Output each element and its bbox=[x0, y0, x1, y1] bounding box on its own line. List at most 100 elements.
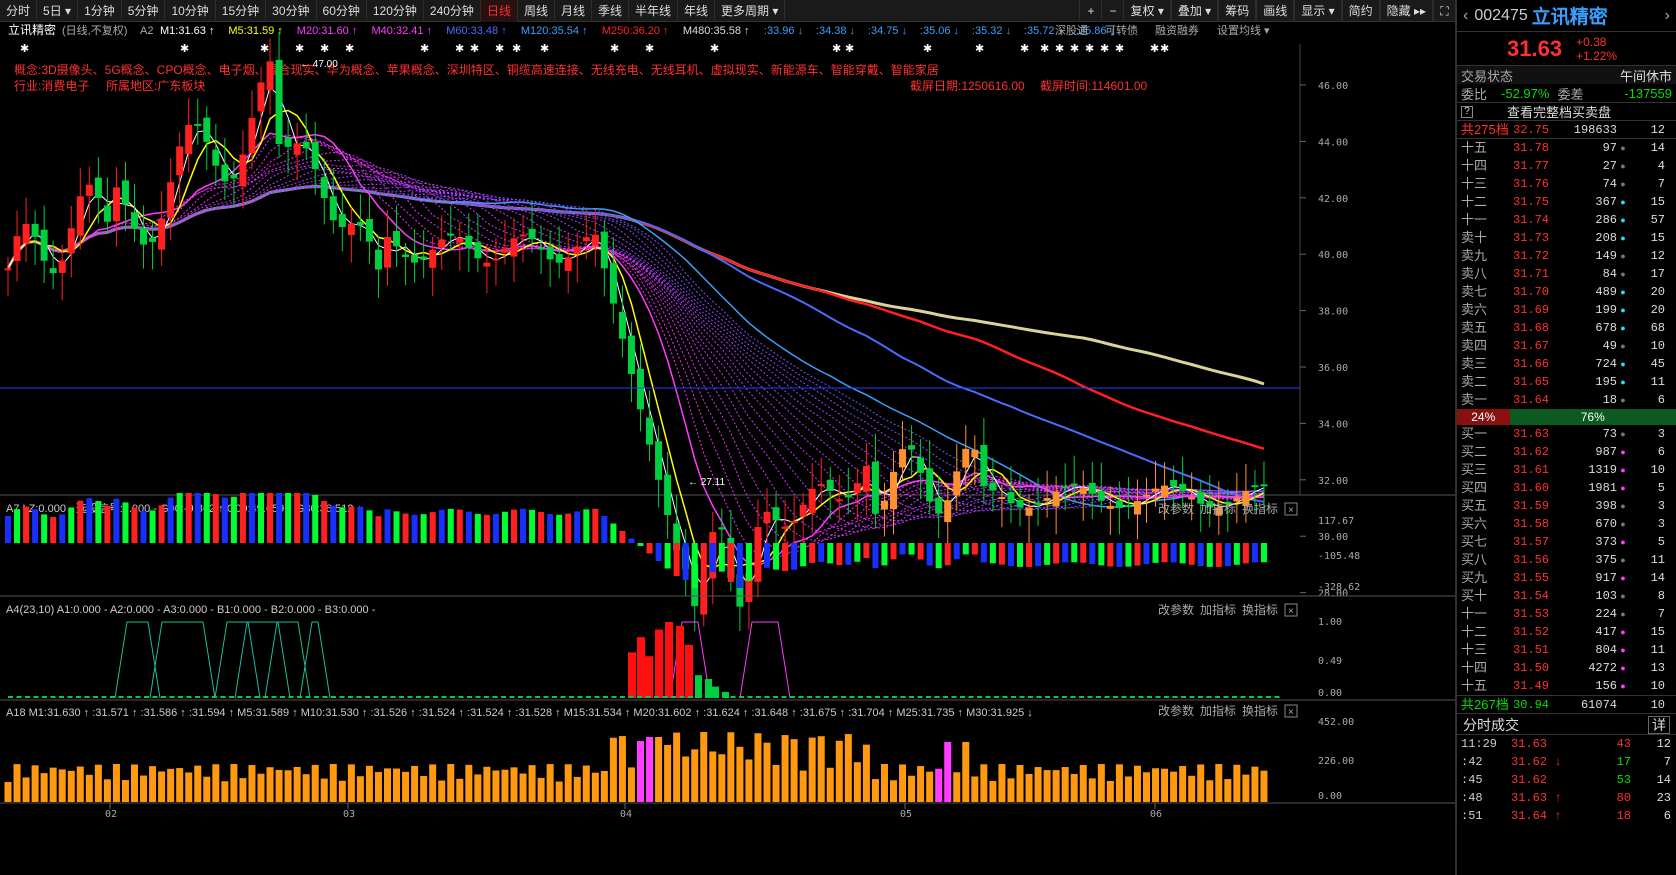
bid-row-3[interactable]: 买四 31.60 1981 ● 5 bbox=[1457, 479, 1676, 497]
a7-bar-5 bbox=[50, 517, 57, 543]
period-tab-1[interactable]: 5日 ▾ bbox=[37, 0, 79, 22]
bid-row-11[interactable]: 十二 31.52 417 ● 15 bbox=[1457, 623, 1676, 641]
period-tab-3[interactable]: 5分钟 bbox=[122, 0, 166, 22]
bid-list: 买一 31.63 73 ● 3 买二 31.62 987 ● 6 买三 31.61 1319 ● 10 买四 3… bbox=[1457, 425, 1676, 695]
full-book-row[interactable]: ? 查看完整档买卖盘 bbox=[1457, 102, 1676, 120]
ask-row-3[interactable]: 十二 31.75 367 ● 15 bbox=[1457, 193, 1676, 211]
bid-dot-icon: ● bbox=[1620, 627, 1626, 637]
ask-row-2[interactable]: 十三 31.76 74 ● 7 bbox=[1457, 175, 1676, 193]
bid-row-2[interactable]: 买三 31.61 1319 ● 10 bbox=[1457, 461, 1676, 479]
zoom-in-icon[interactable]: + bbox=[1079, 0, 1101, 22]
bid-row-12[interactable]: 十三 31.51 804 ● 11 bbox=[1457, 641, 1676, 659]
ask-count: 17 bbox=[1650, 267, 1665, 281]
a7-bar-103 bbox=[935, 543, 942, 569]
panel_a4-button-1[interactable]: 加指标 bbox=[1200, 602, 1236, 617]
period-tab-8[interactable]: 120分钟 bbox=[367, 0, 424, 22]
bid-row-9[interactable]: 买十 31.54 103 ● 8 bbox=[1457, 587, 1676, 605]
panel_a18-button-1[interactable]: 加指标 bbox=[1200, 703, 1236, 718]
bid-row-0[interactable]: 买一 31.63 73 ● 3 bbox=[1457, 425, 1676, 443]
panel_a4-button-2[interactable]: 换指标 bbox=[1242, 602, 1278, 617]
a7-bar-44 bbox=[402, 513, 409, 543]
high-marker: ← 47.00 bbox=[300, 59, 338, 70]
panel_a7-button-0[interactable]: 改参数 bbox=[1158, 501, 1194, 516]
ask-row-5[interactable]: 卖十 31.73 208 ● 15 bbox=[1457, 229, 1676, 247]
period-tab-11[interactable]: 周线 bbox=[518, 0, 555, 22]
period-tab-0[interactable]: 分时 bbox=[0, 0, 38, 22]
ask-row-11[interactable]: 卖四 31.67 49 ● 10 bbox=[1457, 337, 1676, 355]
bid-price: 31.60 bbox=[1513, 481, 1550, 495]
period-tab-14[interactable]: 半年线 bbox=[629, 0, 679, 22]
a7-bar-111 bbox=[1007, 543, 1014, 567]
ask-row-8[interactable]: 卖七 31.70 489 ● 20 bbox=[1457, 283, 1676, 301]
a18-bar-37 bbox=[338, 780, 346, 802]
bid-row-7[interactable]: 买八 31.56 375 ● 11 bbox=[1457, 551, 1676, 569]
chart-area[interactable]: 立讯精密 (日线,不复权) A2 M1:31.63 ↑ M5:31.59 ↑ M20:… bbox=[0, 22, 1455, 875]
period-tab-2[interactable]: 1分钟 bbox=[78, 0, 122, 22]
period-tab-6[interactable]: 30分钟 bbox=[266, 0, 317, 22]
ask-row-4[interactable]: 十一 31.74 286 ● 57 bbox=[1457, 211, 1676, 229]
a18-bar-74 bbox=[673, 732, 681, 802]
a7-bar-78 bbox=[709, 543, 716, 573]
a4-base-95 bbox=[815, 696, 821, 698]
ask-row-9[interactable]: 卖六 31.69 199 ● 20 bbox=[1457, 301, 1676, 319]
ask-row-12[interactable]: 卖三 31.66 724 ● 45 bbox=[1457, 355, 1676, 373]
bid-row-5[interactable]: 买六 31.58 670 ● 3 bbox=[1457, 515, 1676, 533]
tool-button-0[interactable]: 复权 ▾ bbox=[1123, 0, 1171, 22]
period-tab-16[interactable]: 更多周期 ▾ bbox=[715, 0, 786, 22]
ask-row-1[interactable]: 十四 31.77 27 ● 4 bbox=[1457, 157, 1676, 175]
period-tab-15[interactable]: 年线 bbox=[678, 0, 716, 22]
a18-bar-34 bbox=[311, 764, 319, 802]
bid-row-14[interactable]: 十五 31.49 156 ● 10 bbox=[1457, 677, 1676, 695]
panel_a7-button-2[interactable]: 换指标 bbox=[1242, 501, 1278, 516]
period-tab-10[interactable]: 日线 bbox=[480, 0, 518, 22]
bid-row-10[interactable]: 十一 31.53 224 ● 7 bbox=[1457, 605, 1676, 623]
zoom-out-icon[interactable]: − bbox=[1101, 0, 1123, 22]
bid-row-13[interactable]: 十四 31.50 4272 ● 13 bbox=[1457, 659, 1676, 677]
panel_a4-button-0[interactable]: 改参数 bbox=[1158, 602, 1194, 617]
tool-button-4[interactable]: 显示 ▾ bbox=[1294, 0, 1342, 22]
bid-row-8[interactable]: 买九 31.55 917 ● 14 bbox=[1457, 569, 1676, 587]
bid-level: 买七 bbox=[1461, 534, 1488, 549]
bid-row-6[interactable]: 买七 31.57 373 ● 5 bbox=[1457, 533, 1676, 551]
period-tab-13[interactable]: 季线 bbox=[592, 0, 629, 22]
extra-tag-1: 可转债 bbox=[1105, 23, 1138, 37]
panel_a18-button-0[interactable]: 改参数 bbox=[1158, 703, 1194, 718]
bid-row-1[interactable]: 买二 31.62 987 ● 6 bbox=[1457, 443, 1676, 461]
candle-body-21 bbox=[194, 123, 202, 126]
ask-row-0[interactable]: 十五 31.78 97 ● 14 bbox=[1457, 139, 1676, 157]
ask-row-6[interactable]: 卖九 31.72 149 ● 12 bbox=[1457, 247, 1676, 265]
period-tab-9[interactable]: 240分钟 bbox=[424, 0, 481, 22]
a7-bar-60 bbox=[547, 514, 554, 543]
a4-base-55 bbox=[475, 696, 481, 698]
bid-row-4[interactable]: 买五 31.59 398 ● 3 bbox=[1457, 497, 1676, 515]
tool-button-2[interactable]: 筹码 bbox=[1218, 0, 1257, 22]
tool-button-1[interactable]: 叠加 ▾ bbox=[1170, 0, 1219, 22]
chevron-right-icon[interactable]: › bbox=[1665, 7, 1670, 25]
ask-dot-icon: ● bbox=[1620, 287, 1626, 297]
panel_a18-button-2[interactable]: 换指标 bbox=[1242, 703, 1278, 718]
chevron-left-icon[interactable]: ‹ bbox=[1463, 7, 1468, 25]
period-tab-12[interactable]: 月线 bbox=[555, 0, 592, 22]
ticks-detail-button[interactable]: 详 bbox=[1648, 716, 1670, 734]
a7-bar-100 bbox=[908, 543, 915, 555]
ask-row-7[interactable]: 卖八 31.71 84 ● 17 bbox=[1457, 265, 1676, 283]
help-icon[interactable]: ? bbox=[1461, 105, 1473, 118]
a4-base-43 bbox=[373, 696, 379, 698]
panel_a7-button-1[interactable]: 加指标 bbox=[1200, 501, 1236, 516]
a4-base-67 bbox=[577, 696, 583, 698]
a4-base-71 bbox=[611, 696, 617, 698]
ask-row-13[interactable]: 卖二 31.65 195 ● 11 bbox=[1457, 373, 1676, 391]
a7-bar-38 bbox=[348, 506, 355, 543]
period-tab-7[interactable]: 60分钟 bbox=[317, 0, 367, 22]
full-book-link[interactable]: 查看完整档买卖盘 bbox=[1507, 102, 1611, 121]
ask-row-14[interactable]: 卖一 31.64 18 ● 6 bbox=[1457, 391, 1676, 409]
ask-row-10[interactable]: 卖五 31.68 678 ● 68 bbox=[1457, 319, 1676, 337]
a18-bar-134 bbox=[1215, 764, 1223, 802]
period-tab-4[interactable]: 10分钟 bbox=[165, 0, 216, 22]
tool-button-5[interactable]: 简约 bbox=[1341, 0, 1380, 22]
a4-base-142 bbox=[1215, 696, 1220, 698]
fullscreen-icon[interactable]: ⛶ bbox=[1433, 0, 1455, 22]
tool-button-3[interactable]: 画线 bbox=[1256, 0, 1295, 22]
tool-button-6[interactable]: 隐藏 ▸▸ bbox=[1379, 0, 1433, 22]
period-tab-5[interactable]: 15分钟 bbox=[216, 0, 267, 22]
